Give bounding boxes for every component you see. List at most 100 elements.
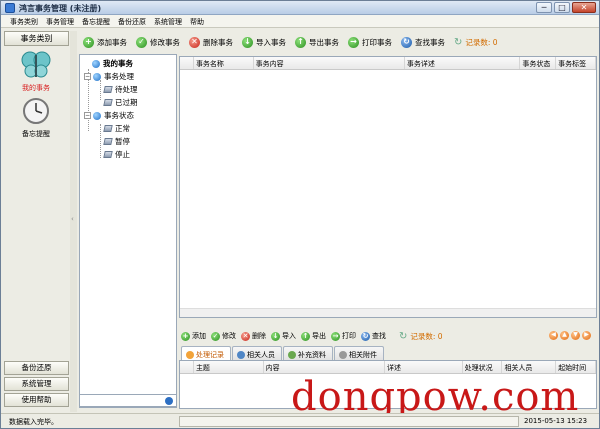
delete-icon: ✕ xyxy=(241,331,250,341)
tab-label: 相关附件 xyxy=(349,350,377,359)
import-icon: ↓ xyxy=(242,36,253,48)
menu-affairs[interactable]: 事务管理 xyxy=(42,15,78,27)
menu-category[interactable]: 事务类别 xyxy=(6,15,42,27)
tab-records[interactable]: 处理记录 xyxy=(181,346,231,360)
leaf-icon xyxy=(103,86,113,93)
button-label: 打印事务 xyxy=(362,37,392,47)
search-affair-button[interactable]: ↻ 查找事务 xyxy=(401,36,445,48)
print-record-button[interactable]: → 打印 xyxy=(331,331,356,341)
menu-reminder[interactable]: 备忘提醒 xyxy=(78,15,114,27)
tree-item-pending[interactable]: 待处理 xyxy=(103,84,138,95)
column-header[interactable]: 起始时间 xyxy=(556,361,596,373)
button-label: 删除 xyxy=(252,332,266,340)
column-header[interactable]: 事务状态 xyxy=(520,57,557,69)
leaf-icon xyxy=(103,138,113,145)
attachment-icon xyxy=(339,350,347,359)
tree-group-status[interactable]: − 事务状态 xyxy=(84,110,134,121)
column-header[interactable]: 详述 xyxy=(385,361,463,373)
tree-label: 我的事务 xyxy=(103,59,133,68)
tree-label: 待处理 xyxy=(115,85,138,94)
column-header[interactable]: 相关人员 xyxy=(502,361,557,373)
collapse-icon[interactable]: − xyxy=(84,112,91,119)
globe-icon xyxy=(92,59,100,68)
system-button[interactable]: 系统管理 xyxy=(4,377,69,391)
leaf-icon xyxy=(103,125,113,132)
button-label: 导出 xyxy=(312,332,326,340)
status-text: 数据载入完毕。 xyxy=(9,418,58,426)
tab-attachments[interactable]: 相关附件 xyxy=(334,346,384,360)
column-header[interactable]: 事务内容 xyxy=(254,57,405,69)
column-header[interactable]: 事务名称 xyxy=(194,57,254,69)
nav-item-my-affairs[interactable]: 我的事务 xyxy=(10,51,62,93)
tab-materials[interactable]: 补充资料 xyxy=(283,346,333,360)
nav-header[interactable]: 事务类别 xyxy=(4,31,69,46)
search-icon: ↻ xyxy=(361,331,370,341)
button-label: 添加 xyxy=(192,332,206,340)
tree-item-stopped[interactable]: 停止 xyxy=(103,149,130,160)
column-header[interactable]: 事务标签 xyxy=(556,57,596,69)
tree-item-normal[interactable]: 正常 xyxy=(103,123,130,134)
column-header[interactable] xyxy=(180,361,194,373)
close-button[interactable]: ✕ xyxy=(572,2,596,13)
refresh-icon[interactable]: ↻ xyxy=(454,37,462,48)
menu-backup[interactable]: 备份还原 xyxy=(114,15,150,27)
column-header[interactable]: 内容 xyxy=(264,361,385,373)
column-header[interactable]: 事务详述 xyxy=(405,57,521,69)
search-record-button[interactable]: ↻ 查找 xyxy=(361,331,386,341)
collapse-arrow-icon[interactable]: ‹ xyxy=(71,215,74,223)
delete-record-button[interactable]: ✕ 删除 xyxy=(241,331,266,341)
add-record-button[interactable]: + 添加 xyxy=(181,331,206,341)
nav-item-label: 备忘提醒 xyxy=(22,130,50,138)
import-affair-button[interactable]: ↓ 导入事务 xyxy=(242,36,286,48)
tree-root[interactable]: 我的事务 xyxy=(92,58,133,69)
refresh-icon[interactable]: ↻ xyxy=(399,331,407,342)
tree-item-paused[interactable]: 暂停 xyxy=(103,136,130,147)
edit-affair-button[interactable]: ✓ 修改事务 xyxy=(136,36,180,48)
detail-tabs: 处理记录 相关人员 补充资料 相关附件 xyxy=(181,346,385,360)
print-icon: → xyxy=(331,331,340,341)
minimize-button[interactable]: ─ xyxy=(536,2,552,13)
edit-record-button[interactable]: ✓ 修改 xyxy=(211,331,236,341)
column-header[interactable]: 处理状况 xyxy=(463,361,503,373)
first-icon[interactable]: ▲ xyxy=(560,331,569,340)
tab-people[interactable]: 相关人员 xyxy=(232,346,282,360)
button-label: 修改事务 xyxy=(150,37,180,47)
column-header[interactable]: 主题 xyxy=(194,361,264,373)
add-icon: + xyxy=(83,36,94,48)
grid-header: 主题 内容 详述 处理状况 相关人员 起始时间 xyxy=(180,361,596,374)
export-record-button[interactable]: ↑ 导出 xyxy=(301,331,326,341)
record-nav: ◀ ▲ ▼ ▶ xyxy=(549,331,591,340)
detail-toolbar: + 添加 ✓ 修改 ✕ 删除 ↓ 导入 ↑ 导出 → 打印 ↻ 查找 ↻ 记录数: 0 ◀ ▲… xyxy=(179,329,599,343)
import-icon: ↓ xyxy=(271,331,280,341)
maximize-button[interactable]: □ xyxy=(554,2,570,13)
menu-help[interactable]: 帮助 xyxy=(186,15,208,27)
import-record-button[interactable]: ↓ 导入 xyxy=(271,331,296,341)
help-button[interactable]: 使用帮助 xyxy=(4,393,69,407)
button-label: 导出事务 xyxy=(309,37,339,47)
affairs-grid[interactable]: 事务名称 事务内容 事务详述 事务状态 事务标签 xyxy=(179,56,597,318)
prev-icon[interactable]: ◀ xyxy=(549,331,558,340)
tree-item-expired[interactable]: 已过期 xyxy=(103,97,138,108)
people-icon xyxy=(237,350,245,359)
export-icon: ↑ xyxy=(295,36,306,48)
menu-system[interactable]: 系统管理 xyxy=(150,15,186,27)
globe-icon xyxy=(93,111,101,120)
title-bar[interactable]: 鸿言事务管理 (未注册) ─ □ ✕ xyxy=(1,1,599,15)
window-title: 鸿言事务管理 (未注册) xyxy=(19,4,102,13)
add-affair-button[interactable]: + 添加事务 xyxy=(83,36,127,48)
print-icon: → xyxy=(348,36,359,48)
column-header[interactable] xyxy=(180,57,194,69)
print-affair-button[interactable]: → 打印事务 xyxy=(348,36,392,48)
export-affair-button[interactable]: ↑ 导出事务 xyxy=(295,36,339,48)
next-icon[interactable]: ▶ xyxy=(582,331,591,340)
delete-affair-button[interactable]: ✕ 删除事务 xyxy=(189,36,233,48)
backup-button[interactable]: 备份还原 xyxy=(4,361,69,375)
settings-icon[interactable] xyxy=(165,397,173,405)
last-icon[interactable]: ▼ xyxy=(571,331,580,340)
tree-group-processing[interactable]: − 事务处理 xyxy=(84,71,134,82)
collapse-icon[interactable]: − xyxy=(84,73,91,80)
splitter[interactable]: ‹ xyxy=(70,31,77,412)
nav-item-reminder[interactable]: 备忘提醒 xyxy=(10,97,62,139)
edit-icon: ✓ xyxy=(136,36,147,48)
horizontal-scrollbar[interactable] xyxy=(180,308,596,317)
